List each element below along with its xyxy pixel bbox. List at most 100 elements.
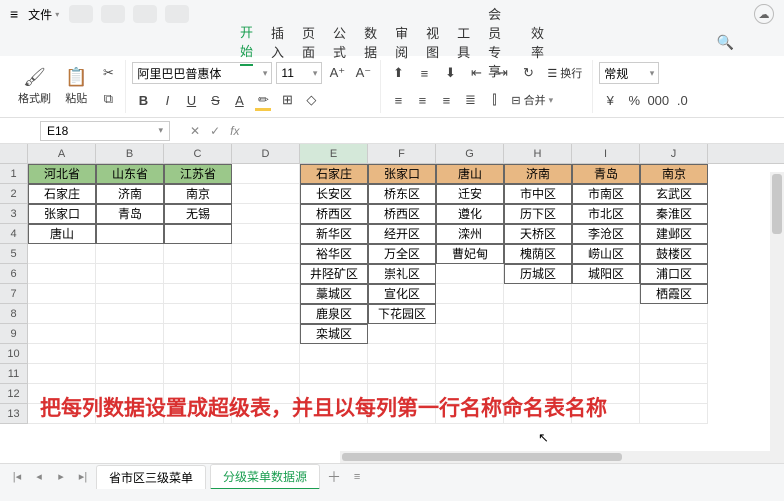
cell[interactable]: 崇礼区 — [368, 264, 436, 284]
align-bottom-icon[interactable]: ⬇ — [439, 62, 461, 84]
cell[interactable] — [28, 364, 96, 384]
tab-efficiency[interactable]: 效率 — [531, 19, 544, 65]
cell[interactable]: 新华区 — [300, 224, 368, 244]
sheet-list-icon[interactable]: ≡ — [348, 471, 366, 483]
cell[interactable]: 曹妃甸 — [436, 244, 504, 264]
cell[interactable] — [640, 384, 708, 404]
add-sheet-icon[interactable]: ＋ — [324, 467, 344, 487]
cell[interactable]: 张家口 — [368, 164, 436, 184]
cell[interactable] — [504, 284, 572, 304]
row-header[interactable]: 11 — [0, 364, 28, 384]
cell[interactable]: 玄武区 — [640, 184, 708, 204]
cell[interactable]: 山东省 — [96, 164, 164, 184]
paste-button[interactable]: 📋 粘贴 — [61, 65, 91, 108]
cell[interactable]: 唐山 — [436, 164, 504, 184]
cell[interactable] — [572, 344, 640, 364]
cell[interactable]: 石家庄 — [28, 184, 96, 204]
column-header[interactable]: F — [368, 144, 436, 163]
cell[interactable]: 鼓楼区 — [640, 244, 708, 264]
name-box[interactable]: E18 ▾ — [40, 121, 170, 141]
thousands-icon[interactable]: 000 — [647, 89, 669, 111]
sheet-tab-active[interactable]: 分级菜单数据源 — [210, 464, 320, 490]
column-header[interactable]: C — [164, 144, 232, 163]
column-header[interactable]: H — [504, 144, 572, 163]
number-format-select[interactable]: 常规▾ — [599, 62, 659, 84]
cell[interactable]: 迁安 — [436, 184, 504, 204]
cell[interactable] — [640, 324, 708, 344]
cell[interactable] — [436, 264, 504, 284]
cell[interactable]: 河北省 — [28, 164, 96, 184]
cell[interactable] — [96, 364, 164, 384]
doc-tab[interactable] — [69, 5, 93, 23]
decrease-decimal-icon[interactable]: .0 — [671, 89, 693, 111]
cell[interactable] — [28, 304, 96, 324]
cell[interactable]: 万全区 — [368, 244, 436, 264]
cell[interactable]: 栖霞区 — [640, 284, 708, 304]
cells-area[interactable]: 河北省山东省江苏省石家庄张家口唐山济南青岛南京石家庄济南南京长安区桥东区迁安市中… — [28, 164, 708, 424]
cell[interactable] — [572, 304, 640, 324]
row-header[interactable]: 13 — [0, 404, 28, 424]
cell[interactable] — [640, 364, 708, 384]
cell[interactable] — [640, 344, 708, 364]
cell[interactable] — [164, 284, 232, 304]
tab-data[interactable]: 数据 — [364, 19, 377, 65]
cell[interactable] — [28, 244, 96, 264]
column-header[interactable]: I — [572, 144, 640, 163]
cell[interactable] — [164, 324, 232, 344]
column-header[interactable]: E — [300, 144, 368, 163]
align-middle-icon[interactable]: ≡ — [413, 62, 435, 84]
cell[interactable]: 建邺区 — [640, 224, 708, 244]
sheet-nav-last-icon[interactable]: ▸| — [74, 470, 92, 483]
cell[interactable] — [436, 324, 504, 344]
cell[interactable] — [232, 204, 300, 224]
align-left-icon[interactable]: ≡ — [387, 89, 409, 111]
sheet-nav-prev-icon[interactable]: ◂ — [30, 470, 48, 483]
cell[interactable] — [504, 364, 572, 384]
cell[interactable]: 历城区 — [504, 264, 572, 284]
distribute-icon[interactable]: ⫿ — [483, 89, 505, 111]
cell[interactable]: 宣化区 — [368, 284, 436, 304]
cell[interactable]: 江苏省 — [164, 164, 232, 184]
row-header[interactable]: 2 — [0, 184, 28, 204]
cell[interactable]: 青岛 — [572, 164, 640, 184]
row-header[interactable]: 1 — [0, 164, 28, 184]
clear-format-icon[interactable]: ◇ — [300, 89, 322, 111]
doc-tab[interactable] — [133, 5, 157, 23]
cell[interactable] — [436, 364, 504, 384]
row-header[interactable]: 3 — [0, 204, 28, 224]
decrease-font-icon[interactable]: A⁻ — [352, 62, 374, 84]
cell[interactable] — [164, 344, 232, 364]
cell[interactable]: 裕华区 — [300, 244, 368, 264]
align-right-icon[interactable]: ≡ — [435, 89, 457, 111]
column-header[interactable]: B — [96, 144, 164, 163]
cell[interactable] — [96, 244, 164, 264]
cell[interactable]: 崂山区 — [572, 244, 640, 264]
orientation-icon[interactable]: ↻ — [517, 62, 539, 84]
cell[interactable] — [96, 264, 164, 284]
cell[interactable] — [436, 304, 504, 324]
cell[interactable] — [572, 364, 640, 384]
cell[interactable] — [28, 344, 96, 364]
strike-button[interactable]: S — [204, 89, 226, 111]
cell[interactable] — [640, 304, 708, 324]
cell[interactable] — [504, 324, 572, 344]
cell[interactable] — [96, 304, 164, 324]
sheet-nav-first-icon[interactable]: |◂ — [8, 470, 26, 483]
indent-decrease-icon[interactable]: ⇤ — [465, 62, 487, 84]
cell[interactable] — [28, 264, 96, 284]
file-menu[interactable]: 文件 ▾ — [28, 6, 59, 23]
cell[interactable]: 李沧区 — [572, 224, 640, 244]
vertical-scrollbar[interactable] — [770, 172, 784, 463]
cell[interactable]: 滦州 — [436, 224, 504, 244]
bold-button[interactable]: B — [132, 89, 154, 111]
cell[interactable]: 石家庄 — [300, 164, 368, 184]
tab-start[interactable]: 开始 — [240, 18, 253, 66]
cell[interactable] — [368, 324, 436, 344]
cell[interactable] — [504, 344, 572, 364]
sheet-nav-next-icon[interactable]: ▸ — [52, 470, 70, 483]
cell[interactable] — [28, 284, 96, 304]
tab-review[interactable]: 审阅 — [395, 19, 408, 65]
cell[interactable]: 秦淮区 — [640, 204, 708, 224]
cell[interactable] — [232, 224, 300, 244]
cell[interactable]: 市南区 — [572, 184, 640, 204]
